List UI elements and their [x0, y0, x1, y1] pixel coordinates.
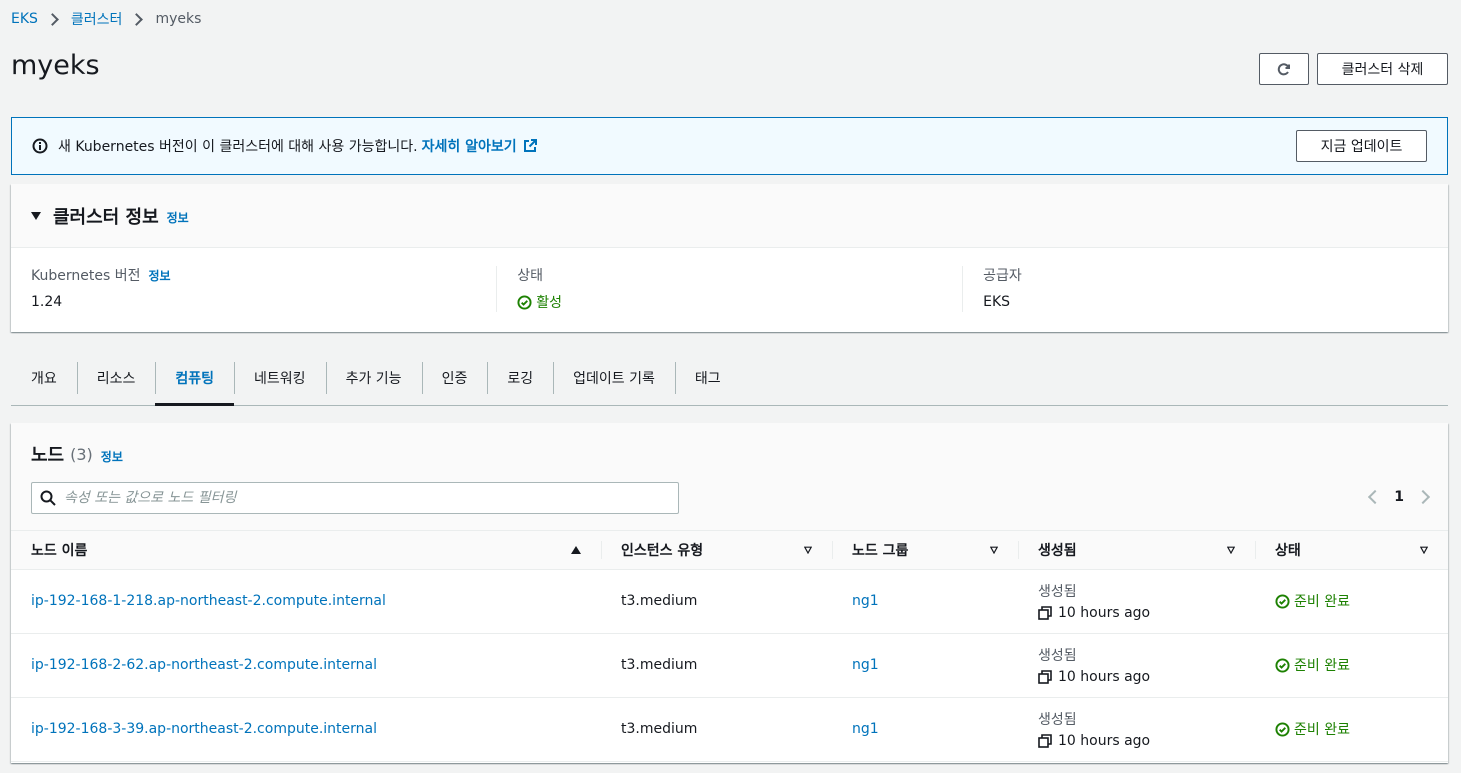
node-name-link[interactable]: ip-192-168-2-62.ap-northeast-2.compute.i…	[31, 657, 377, 673]
check-circle-icon	[1275, 721, 1290, 737]
copy-icon[interactable]	[1038, 606, 1052, 620]
created-time: 10 hours ago	[1058, 669, 1151, 685]
instance-type: t3.medium	[601, 697, 832, 762]
cluster-info-link[interactable]: 정보	[167, 209, 189, 226]
instance-type: t3.medium	[601, 633, 832, 698]
sort-caret-icon[interactable]	[990, 546, 998, 554]
column-instance-type[interactable]: 인스턴스 유형	[601, 531, 832, 570]
node-group-link[interactable]: ng1	[852, 657, 879, 673]
cluster-provider: 공급자 EKS	[962, 266, 1428, 312]
column-status[interactable]: 상태	[1255, 531, 1448, 570]
node-group-link[interactable]: ng1	[852, 593, 879, 609]
cluster-status: 상태 활성	[496, 266, 962, 312]
nodes-title: 노드	[31, 445, 65, 466]
external-link-icon	[523, 139, 537, 152]
sort-ascending-icon[interactable]	[571, 545, 581, 554]
column-node-name[interactable]: 노드 이름	[11, 531, 601, 570]
refresh-button[interactable]	[1259, 53, 1309, 85]
breadcrumb-current: myeks	[155, 11, 202, 27]
tab-overview[interactable]: 개요	[11, 350, 77, 405]
node-status: 준비 완료	[1275, 719, 1428, 739]
copy-icon[interactable]	[1038, 734, 1052, 748]
node-group-link[interactable]: ng1	[852, 721, 879, 737]
kubernetes-version: Kubernetes 버전 정보 1.24	[31, 266, 496, 312]
node-status: 준비 완료	[1275, 655, 1428, 675]
sort-caret-icon[interactable]	[804, 546, 812, 554]
tab-tags[interactable]: 태그	[674, 350, 741, 405]
version-label: Kubernetes 버전	[31, 268, 141, 284]
created-label: 생성됨	[1038, 712, 1077, 728]
breadcrumb: EKS 클러스터 myeks	[11, 9, 201, 29]
learn-more-link[interactable]: 자세히 알아보기	[422, 136, 537, 156]
version-info-link[interactable]: 정보	[148, 267, 170, 284]
tab-resources[interactable]: 리소스	[76, 350, 156, 405]
check-circle-icon	[1275, 657, 1290, 673]
page-title: myeks	[11, 50, 100, 81]
copy-icon[interactable]	[1038, 670, 1052, 684]
cluster-tabs: 개요 리소스 컴퓨팅 네트워킹 추가 기능 인증 로깅 업데이트 기록 태그	[11, 350, 1448, 406]
table-row: ip-192-168-3-39.ap-northeast-2.compute.i…	[11, 697, 1448, 762]
nodes-table: 노드 이름 인스턴스 유형 노드 그룹 생성됨 상태 ip-192-168-1-…	[11, 531, 1448, 762]
banner-message: 새 Kubernetes 버전이 이 클러스터에 대해 사용 가능합니다.	[58, 139, 418, 155]
node-filter[interactable]	[31, 482, 679, 514]
column-created[interactable]: 생성됨	[1018, 531, 1255, 570]
tab-add-ons[interactable]: 추가 기능	[325, 350, 422, 405]
tab-compute[interactable]: 컴퓨팅	[155, 350, 234, 406]
node-name-link[interactable]: ip-192-168-3-39.ap-northeast-2.compute.i…	[31, 721, 377, 737]
tab-update-history[interactable]: 업데이트 기록	[553, 350, 675, 405]
check-circle-icon	[1275, 593, 1290, 609]
info-icon	[32, 138, 48, 154]
instance-type: t3.medium	[601, 569, 832, 634]
delete-cluster-button[interactable]: 클러스터 삭제	[1317, 53, 1448, 85]
status-label: 상태	[517, 268, 544, 284]
nodes-info-link[interactable]: 정보	[101, 448, 123, 465]
node-name-link[interactable]: ip-192-168-1-218.ap-northeast-2.compute.…	[31, 593, 386, 609]
update-now-button[interactable]: 지금 업데이트	[1296, 130, 1427, 162]
caret-down-icon[interactable]	[31, 211, 41, 220]
cluster-info-header[interactable]: 클러스터 정보 정보	[11, 184, 1448, 248]
created-label: 생성됨	[1038, 648, 1077, 664]
breadcrumb-eks[interactable]: EKS	[11, 11, 38, 27]
pagination: 1	[1368, 489, 1431, 505]
provider-label: 공급자	[983, 268, 1022, 284]
created-time: 10 hours ago	[1058, 733, 1151, 749]
node-filter-input[interactable]	[64, 490, 644, 506]
cluster-info-panel: 클러스터 정보 정보 Kubernetes 버전 정보 1.24 상태 활성 공급…	[11, 184, 1448, 332]
check-circle-icon	[517, 294, 532, 310]
node-status-label: 준비 완료	[1294, 658, 1350, 674]
nodes-panel: 노드 (3) 정보 1 노드 이름 인스턴스 유형 노드 그룹 생성됨 상태	[11, 423, 1448, 763]
table-row: ip-192-168-1-218.ap-northeast-2.compute.…	[11, 569, 1448, 634]
learn-more-label: 자세히 알아보기	[421, 139, 517, 155]
nodes-count: (3)	[70, 444, 93, 464]
created-time: 10 hours ago	[1058, 605, 1151, 621]
node-status-label: 준비 완료	[1294, 722, 1350, 738]
chevron-right-icon	[46, 12, 59, 26]
node-status: 준비 완료	[1275, 591, 1428, 611]
refresh-icon	[1277, 63, 1290, 76]
update-available-banner: 새 Kubernetes 버전이 이 클러스터에 대해 사용 가능합니다. 자세…	[11, 117, 1448, 175]
chevron-left-icon[interactable]	[1368, 489, 1383, 505]
provider-value: EKS	[983, 294, 1011, 310]
table-row: ip-192-168-2-62.ap-northeast-2.compute.i…	[11, 633, 1448, 698]
chevron-right-icon[interactable]	[1415, 489, 1431, 505]
breadcrumb-clusters[interactable]: 클러스터	[71, 9, 123, 29]
cluster-info-title: 클러스터 정보	[53, 206, 159, 228]
search-icon	[40, 490, 56, 506]
status-value: 활성	[536, 295, 563, 311]
node-status-label: 준비 완료	[1294, 594, 1350, 610]
sort-caret-icon[interactable]	[1227, 546, 1235, 554]
sort-caret-icon[interactable]	[1420, 546, 1428, 554]
chevron-right-icon	[130, 12, 144, 26]
created-label: 생성됨	[1038, 584, 1077, 600]
page-number[interactable]: 1	[1394, 489, 1404, 505]
tab-logging[interactable]: 로깅	[487, 350, 553, 405]
version-value: 1.24	[31, 294, 63, 310]
column-node-group[interactable]: 노드 그룹	[832, 531, 1018, 570]
tab-networking[interactable]: 네트워킹	[234, 350, 326, 405]
tab-access[interactable]: 인증	[421, 350, 488, 405]
